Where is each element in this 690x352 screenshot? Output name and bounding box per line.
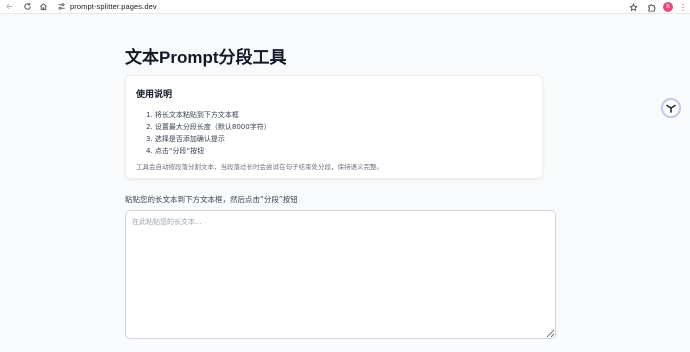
instruction-step: 4. 点击“分段”按钮 <box>146 147 205 155</box>
long-text-input[interactable] <box>125 210 556 339</box>
instructions-card: 使用说明 1. 将长文本粘贴到下方文本框 2. 设置最大分段长度（默认8000字… <box>125 75 543 179</box>
address-bar-url[interactable]: prompt-splitter.pages.dev <box>70 2 157 11</box>
browser-actions: h ⋮ <box>627 1 687 13</box>
browser-toolbar: prompt-splitter.pages.dev h ⋮ <box>0 0 690 14</box>
assistant-icon <box>666 104 676 113</box>
instruction-step: 2. 设置最大分段长度（默认8000字符） <box>146 123 271 131</box>
instructions-note: 工具会自动按段落分割文本，当段落过长时会尝试在句子结束处分段，保持语义完整。 <box>136 163 383 171</box>
instructions-steps: 1. 将长文本粘贴到下方文本框 2. 设置最大分段长度（默认8000字符） 3.… <box>146 109 271 157</box>
page-title: 文本Prompt分段工具 <box>125 48 287 67</box>
puzzle-icon[interactable] <box>645 1 657 13</box>
reload-icon[interactable] <box>21 1 33 13</box>
floating-assistant-button[interactable] <box>661 98 681 118</box>
text-input-label: 粘贴您的长文本到下方文本框，然后点击“分段”按钮 <box>125 195 298 204</box>
instruction-step: 3. 选择是否添加确认提示 <box>146 135 225 143</box>
profile-avatar[interactable]: h <box>663 2 673 12</box>
instruction-step: 1. 将长文本粘贴到下方文本框 <box>146 111 239 119</box>
arrow-left-icon[interactable] <box>3 1 15 13</box>
site-settings-icon[interactable] <box>55 1 67 13</box>
star-icon[interactable] <box>627 1 639 13</box>
more-vertical-icon[interactable]: ⋮ <box>679 3 687 12</box>
home-icon[interactable] <box>37 1 49 13</box>
instructions-title: 使用说明 <box>136 90 173 100</box>
